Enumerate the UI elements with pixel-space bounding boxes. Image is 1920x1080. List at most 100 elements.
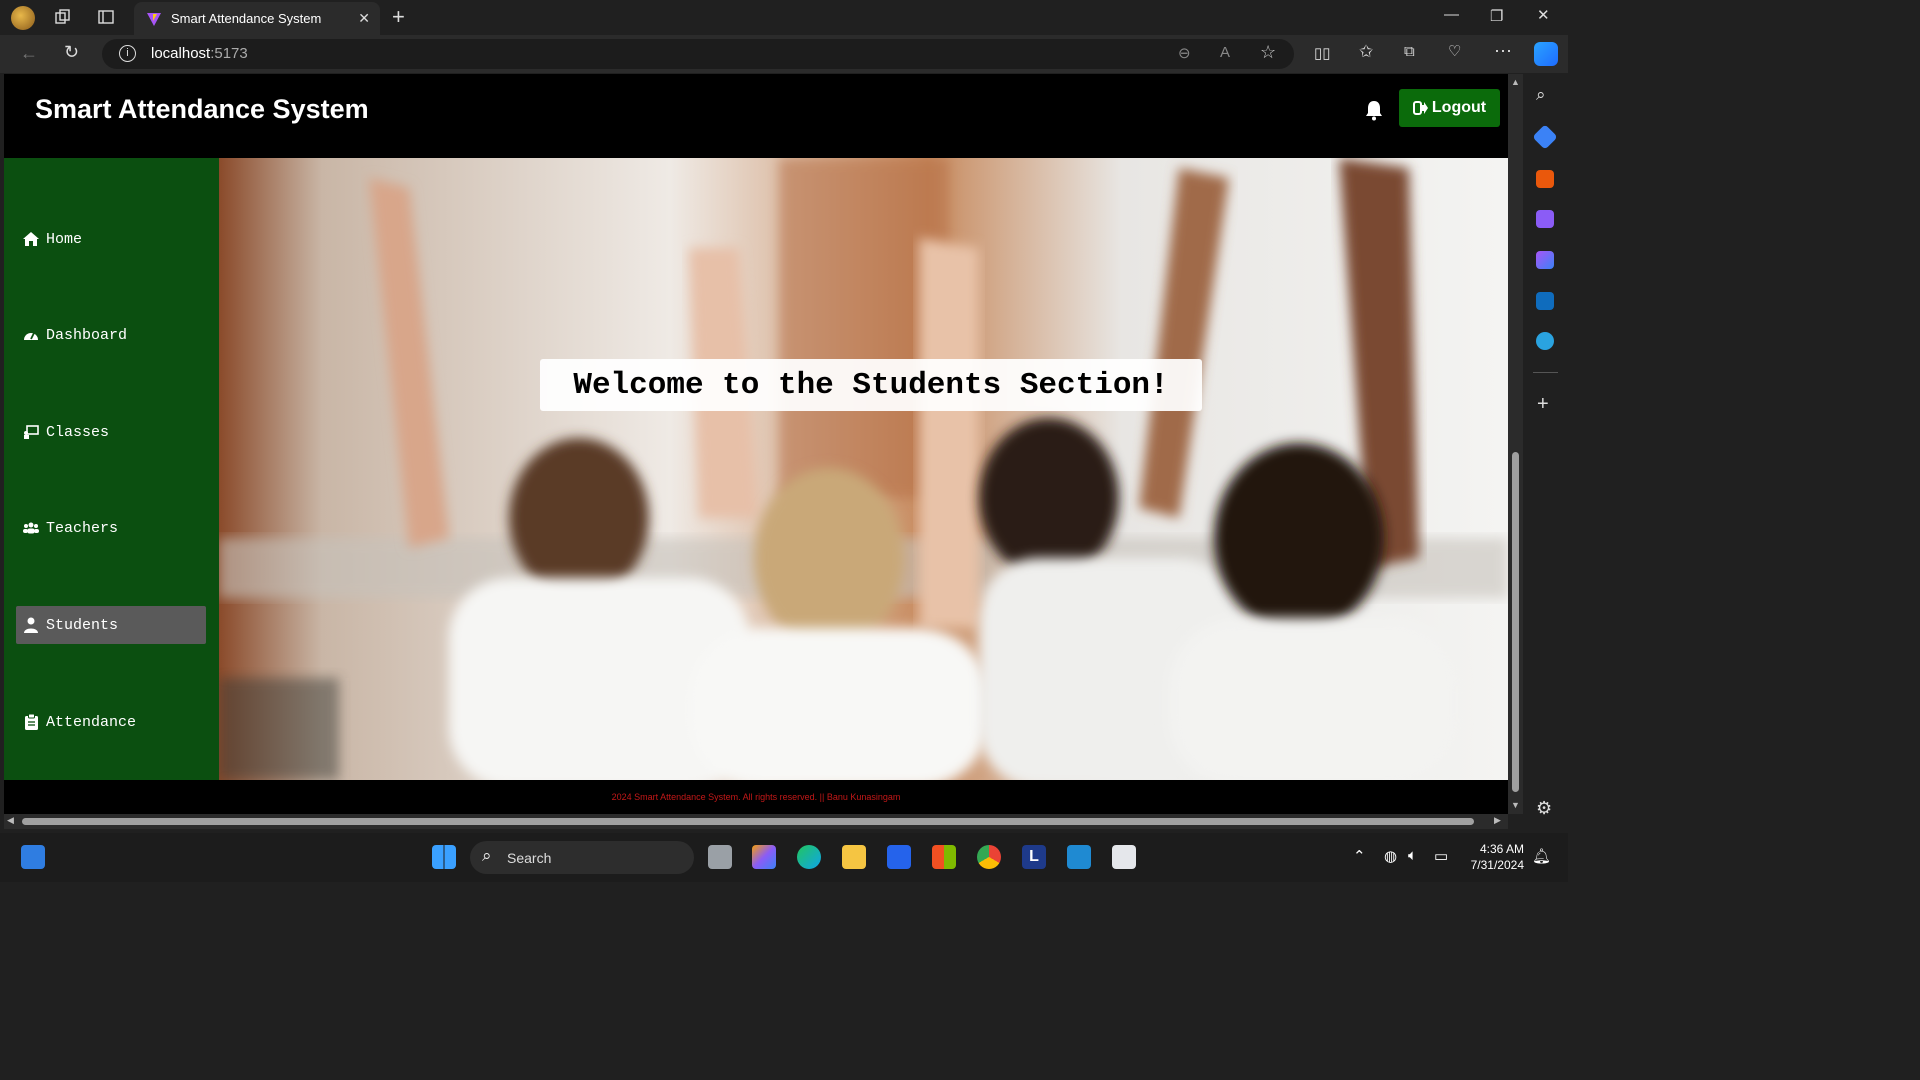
edge-icon[interactable] [797,845,821,869]
add-icon[interactable]: + [1537,393,1549,416]
zoom-icon[interactable]: ⊖ [1178,44,1191,62]
dashboard-icon [22,326,40,344]
notification-icon[interactable]: 🔔︎ [1532,847,1551,865]
search-icon: ⌕ [482,846,492,865]
url-text: localhost:5173 [151,45,248,62]
restore-icon[interactable]: ❐ [1490,7,1503,25]
app-icon[interactable] [887,845,911,869]
sidebar-item-label: Home [46,230,83,248]
sidebar-item-home[interactable]: Home [16,220,206,258]
split-screen-icon[interactable]: ▯▯ [1314,44,1331,62]
site-info-icon[interactable]: i [119,45,136,62]
logout-button[interactable]: Logout [1399,89,1500,127]
telegram-icon[interactable] [1536,332,1554,350]
shopping-icon[interactable] [1532,124,1558,150]
scroll-down-arrow-icon[interactable]: ▼ [1511,800,1520,810]
task-view-icon[interactable] [708,845,732,869]
l-app-icon[interactable]: L [1022,845,1046,869]
student-icon [22,616,40,634]
date: 7/31/2024 [1470,858,1524,872]
footer-text: 2024 Smart Attendance System. All rights… [611,792,901,802]
sidebar-item-label: Classes [46,423,110,441]
sidebar: Home Dashboard Classes Teachers Students [4,158,219,780]
collections-icon[interactable]: ⧉ [1404,43,1415,60]
sidebar-item-students[interactable]: Students [16,606,206,644]
games-icon[interactable] [1536,210,1554,228]
url-field[interactable]: i localhost:5173 ⊖ A ☆ [102,39,1294,69]
sidebar-item-attendance[interactable]: Attendance [16,703,206,741]
settings-icon[interactable]: ⚙ [1536,798,1552,819]
widgets-icon[interactable] [21,845,45,869]
rail-divider [1533,372,1558,373]
tab-active[interactable]: Smart Attendance System ✕ [134,2,380,35]
sidebar-item-label: Attendance [46,713,137,731]
app-header: Smart Attendance System Logout [4,74,1508,158]
horizontal-scrollbar[interactable]: ◀ ▶ [4,814,1508,829]
chrome-icon[interactable] [977,845,1001,869]
more-options-icon[interactable]: ⋯ [1494,41,1512,62]
read-aloud-icon[interactable]: A [1220,44,1230,61]
scroll-up-arrow-icon[interactable]: ▲ [1511,77,1520,87]
m365-icon[interactable] [1536,251,1554,269]
logout-label: Logout [1431,99,1487,116]
horizontal-scroll-thumb[interactable] [22,818,1474,825]
volume-icon[interactable]: 🔈︎ [1408,847,1417,864]
store-icon[interactable] [932,845,956,869]
scroll-left-arrow-icon[interactable]: ◀ [7,815,14,826]
tab-close-icon[interactable]: ✕ [358,10,370,27]
battery-icon[interactable]: ▭ [1434,847,1448,865]
browser-essentials-icon[interactable]: ♡ [1448,42,1461,60]
hero-image-classroom: Welcome to the Students Section! [219,158,1508,780]
snipping-tool-icon[interactable] [1112,845,1136,869]
logout-icon [1412,101,1428,115]
tray-chevron-icon[interactable]: ⌃ [1353,847,1366,865]
copilot-icon[interactable] [1534,42,1558,66]
address-bar-row: ← ↻ i localhost:5173 ⊖ A ☆ ▯▯ ✩ ⧉ ♡ ⋯ [0,35,1568,73]
vertical-scroll-thumb[interactable] [1512,452,1519,792]
sidebar-item-label: Students [46,616,119,634]
sidebar-item-classes[interactable]: Classes [16,413,206,451]
time: 4:36 AM [1479,842,1524,856]
teachers-icon [22,519,40,537]
vite-favicon-icon [147,13,161,26]
taskbar-clock[interactable]: 4:36 AM 7/31/2024 [1460,841,1524,873]
tab-title: Smart Attendance System [171,11,322,26]
new-tab-icon[interactable]: + [392,4,405,30]
favorite-star-icon[interactable]: ☆ [1260,42,1276,63]
sidebar-item-label: Teachers [46,519,119,537]
bell-icon[interactable] [1364,99,1384,121]
sidebar-item-dashboard[interactable]: Dashboard [16,316,206,354]
sidebar-item-label: Dashboard [46,326,128,344]
profile-avatar[interactable] [11,6,35,30]
clipboard-icon [22,713,40,731]
app-title: Smart Attendance System [35,94,369,124]
vertical-scrollbar[interactable]: ▲ ▼ [1508,74,1523,814]
back-icon[interactable]: ← [20,43,38,64]
file-explorer-icon[interactable] [842,845,866,869]
taskbar-search[interactable]: ⌕ Search [470,841,694,874]
outlook-icon[interactable] [1536,292,1554,310]
vscode-icon[interactable] [1067,845,1091,869]
footer: 2024 Smart Attendance System. All rights… [4,780,1508,814]
web-page: Smart Attendance System Logout Home Dash… [4,74,1508,814]
search-label: Search [507,849,552,866]
sidebar-item-teachers[interactable]: Teachers [16,509,206,547]
welcome-banner: Welcome to the Students Section! [540,359,1202,411]
favorites-icon[interactable]: ✩ [1359,42,1373,62]
edge-sidebar: ⌕ + ⚙ [1523,73,1568,833]
tab-actions-icon[interactable] [97,8,115,30]
browser-tab-bar: Smart Attendance System ✕ + — ❐ ✕ [0,0,1568,35]
windows-start-icon[interactable] [432,845,456,869]
copilot-app-icon[interactable] [752,845,776,869]
refresh-icon[interactable]: ↻ [64,42,79,63]
workspaces-icon[interactable] [54,8,72,30]
tools-icon[interactable] [1536,170,1554,188]
classes-icon [22,423,40,441]
scroll-right-arrow-icon[interactable]: ▶ [1494,815,1501,826]
classroom-photo [219,158,1508,780]
home-icon [22,230,40,248]
search-icon[interactable]: ⌕ [1536,85,1546,105]
network-icon[interactable]: ◍ [1384,847,1397,865]
minimize-icon[interactable]: — [1444,6,1459,23]
window-close-icon[interactable]: ✕ [1537,6,1550,24]
